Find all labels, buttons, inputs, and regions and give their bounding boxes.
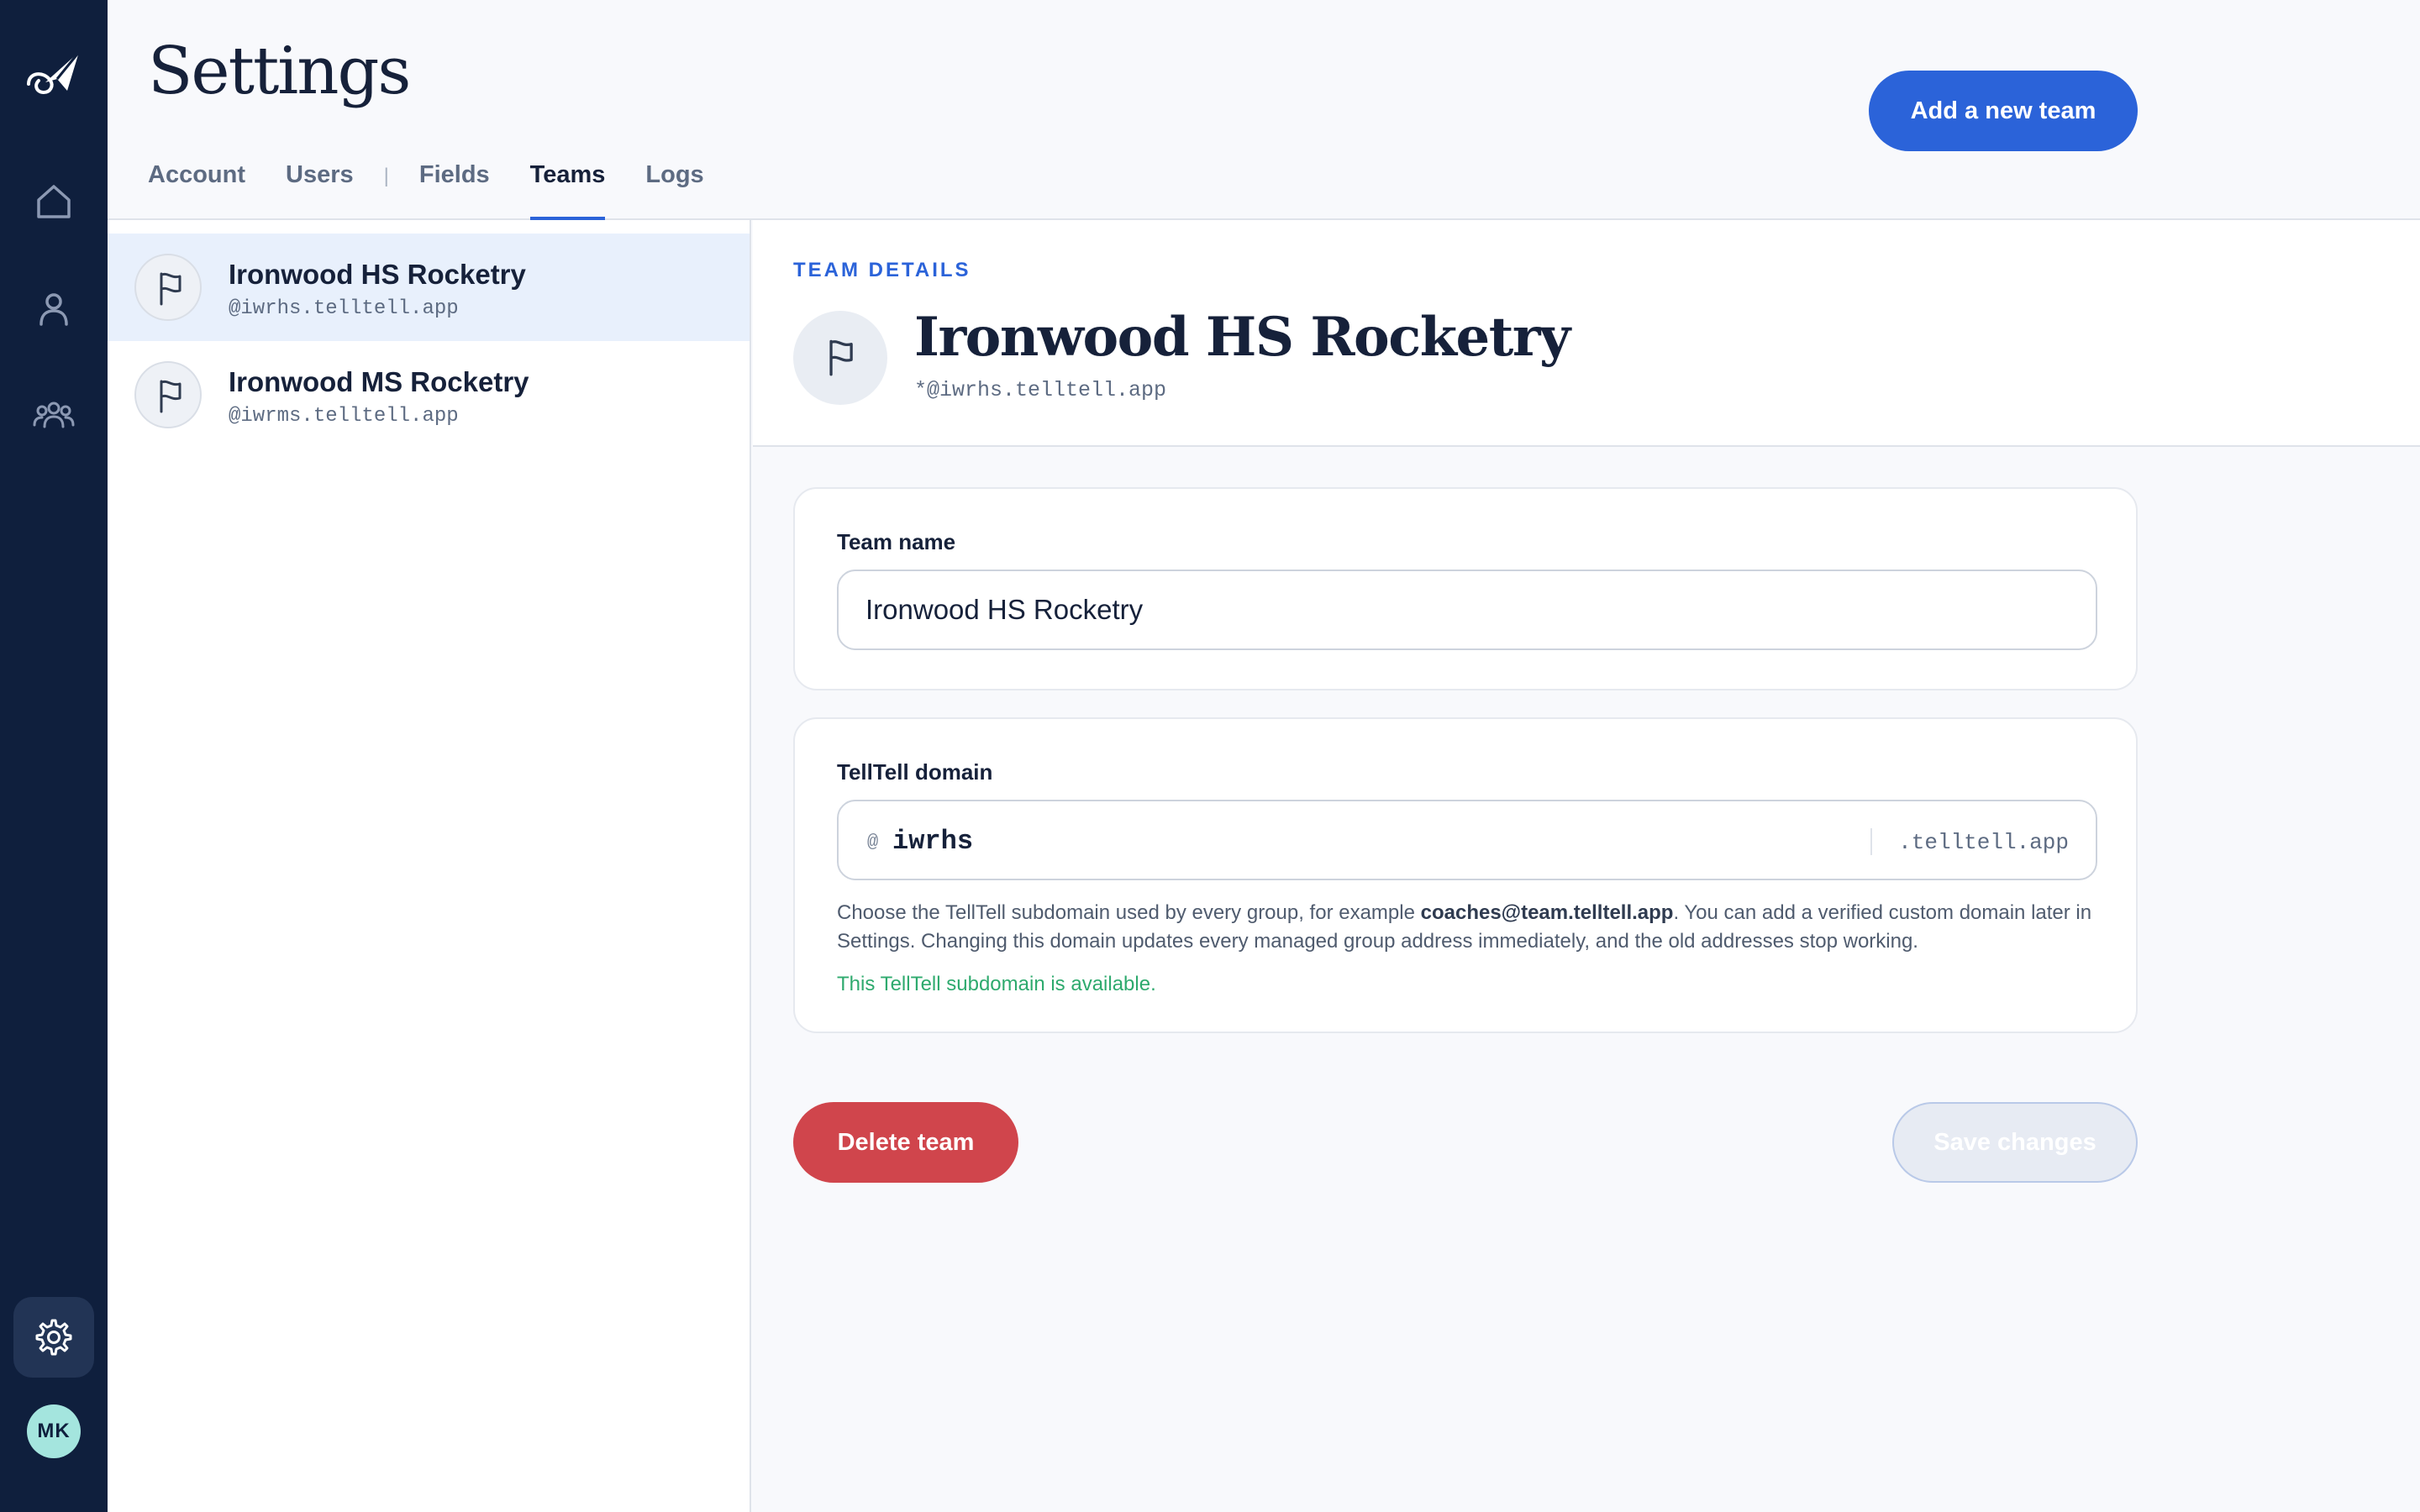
page-title: Settings — [148, 34, 411, 109]
team-name-label: Team name — [837, 529, 956, 554]
help-example-address: coaches@team.telltell.app — [1420, 901, 1674, 924]
team-handle: @iwrms.telltell.app — [229, 405, 459, 428]
domain-divider — [1870, 828, 1872, 855]
team-name-input[interactable] — [837, 570, 2097, 650]
user-avatar[interactable]: MK — [27, 1404, 81, 1458]
team-list-item[interactable]: Ironwood MS Rocketry @iwrms.telltell.app — [108, 341, 750, 449]
tab-separator: | — [383, 165, 389, 187]
tab-teams[interactable]: Teams — [529, 160, 605, 220]
team-details-header: TEAM DETAILS Ironwood HS Rocketry *@iwrh… — [753, 220, 2420, 447]
team-handle: @iwrhs.telltell.app — [229, 297, 459, 320]
settings-header: Settings Account Users | Fields Teams Lo… — [108, 0, 2420, 220]
domain-input[interactable] — [892, 818, 1800, 864]
tab-logs[interactable]: Logs — [645, 160, 703, 220]
delete-team-button[interactable]: Delete team — [793, 1102, 1018, 1183]
team-avatar — [134, 254, 202, 321]
add-team-button[interactable]: Add a new team — [1869, 71, 2138, 151]
team-avatar — [134, 361, 202, 428]
team-details-name: Ironwood HS Rocketry — [914, 306, 1570, 369]
domain-prefix: @ — [867, 832, 879, 853]
tab-users[interactable]: Users — [286, 160, 354, 220]
save-changes-button[interactable]: Save changes — [1892, 1102, 2138, 1183]
settings-tabs: Account Users | Fields Teams Logs — [148, 160, 744, 220]
tab-fields[interactable]: Fields — [419, 160, 490, 220]
settings-nav-button[interactable] — [13, 1297, 94, 1378]
paper-plane-logo-icon[interactable] — [25, 47, 82, 97]
team-details-handle: *@iwrhs.telltell.app — [914, 378, 1167, 402]
team-icon[interactable] — [32, 393, 76, 437]
domain-card: TellTell domain @ .telltell.app Choose t… — [793, 717, 2138, 1033]
domain-field[interactable]: @ .telltell.app — [837, 800, 2097, 880]
gear-icon — [35, 1319, 72, 1356]
section-label: TEAM DETAILS — [793, 259, 971, 281]
team-name-card: Team name — [793, 487, 2138, 690]
help-text-part: Choose the TellTell subdomain used by ev… — [837, 901, 1421, 924]
team-name: Ironwood MS Rocketry — [229, 366, 529, 397]
user-icon[interactable] — [32, 287, 76, 331]
app-rail: MK — [0, 0, 108, 1512]
team-name: Ironwood HS Rocketry — [229, 259, 526, 290]
domain-label: TellTell domain — [837, 759, 993, 785]
domain-suffix: .telltell.app — [1898, 830, 2069, 855]
team-avatar-large — [793, 311, 887, 405]
availability-status: This TellTell subdomain is available. — [837, 973, 1156, 995]
flag-icon — [160, 272, 182, 306]
team-list: Ironwood HS Rocketry @iwrhs.telltell.app… — [108, 220, 751, 1512]
team-list-item[interactable]: Ironwood HS Rocketry @iwrhs.telltell.app — [108, 234, 750, 341]
home-icon[interactable] — [32, 180, 76, 223]
flag-icon — [160, 380, 182, 413]
flag-icon — [829, 339, 853, 376]
tab-account[interactable]: Account — [148, 160, 245, 220]
domain-help-text: Choose the TellTell subdomain used by ev… — [837, 899, 2106, 956]
